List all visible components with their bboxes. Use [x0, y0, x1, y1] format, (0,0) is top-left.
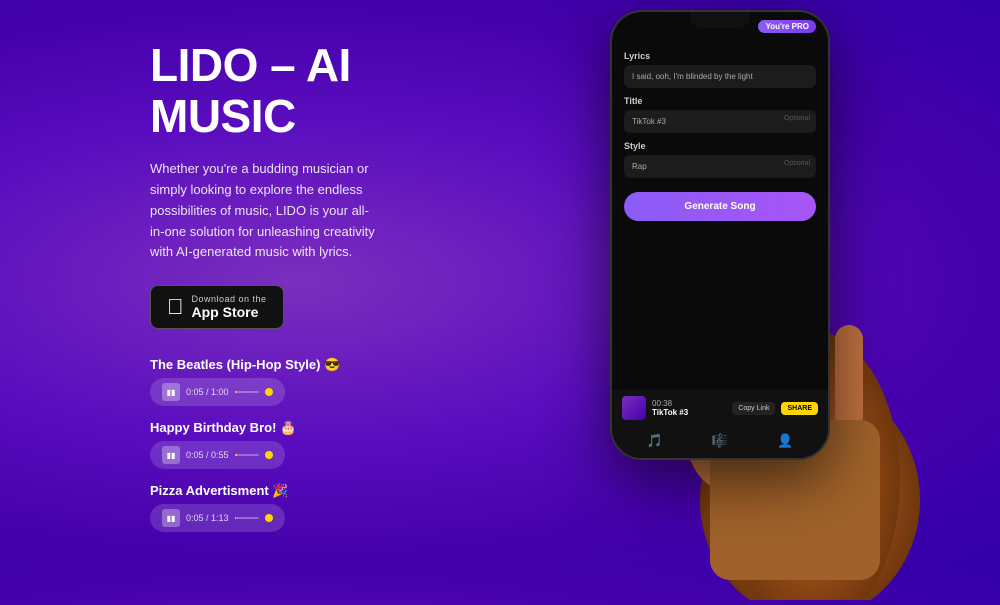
track-list: The Beatles (Hip-Hop Style) 😎 ▮▮ 0:05 / … — [150, 357, 530, 532]
play-button[interactable]: ▮▮ — [162, 446, 180, 464]
now-playing-thumbnail — [622, 396, 646, 420]
track-player: ▮▮ 0:05 / 1:13 — [150, 504, 285, 532]
phone-screen: You're PRO Lyrics I said, ooh, I'm blind… — [612, 12, 828, 458]
phone-mockup: You're PRO Lyrics I said, ooh, I'm blind… — [610, 10, 830, 460]
pro-badge: You're PRO — [758, 20, 816, 33]
track-progress-bar[interactable] — [235, 391, 259, 393]
hero-description: Whether you're a budding musician or sim… — [150, 159, 380, 263]
copy-link-button[interactable]: Copy Link — [732, 402, 775, 415]
appstore-button[interactable]:  Download on the App Store — [150, 285, 284, 329]
lyrics-input[interactable]: I said, ooh, I'm blinded by the light — [624, 65, 816, 88]
now-playing-time: 00:38 — [652, 399, 726, 408]
nav-compose-icon[interactable]: 🎼 — [711, 432, 729, 450]
track-progress-bar[interactable] — [235, 454, 259, 456]
page-title: LIDO – AI MUSIC — [150, 40, 530, 141]
title-optional: Optional — [784, 115, 810, 122]
lyrics-label: Lyrics — [624, 51, 816, 61]
title-input[interactable]: TikTok #3 Optional — [624, 110, 816, 133]
track-player: ▮▮ 0:05 / 0:55 — [150, 441, 285, 469]
style-value: Rap — [632, 162, 647, 171]
share-button[interactable]: SHARE — [781, 402, 818, 415]
track-title: Pizza Advertisment 🎉 — [150, 483, 530, 499]
now-playing-bar: 00:38 TikTok #3 Copy Link SHARE — [622, 396, 818, 420]
now-playing-title: TikTok #3 — [652, 408, 726, 417]
style-label: Style — [624, 141, 816, 151]
list-item: Happy Birthday Bro! 🎂 ▮▮ 0:05 / 0:55 — [150, 420, 530, 469]
track-title: The Beatles (Hip-Hop Style) 😎 — [150, 357, 530, 373]
phone-notch — [690, 12, 750, 28]
play-button[interactable]: ▮▮ — [162, 383, 180, 401]
phone-content: Lyrics I said, ooh, I'm blinded by the l… — [612, 37, 828, 390]
phone-mockup-container: You're PRO Lyrics I said, ooh, I'm blind… — [560, 0, 920, 570]
track-title: Happy Birthday Bro! 🎂 — [150, 420, 530, 436]
left-panel: LIDO – AI MUSIC Whether you're a budding… — [150, 40, 530, 532]
track-player: ▮▮ 0:05 / 1:00 — [150, 378, 285, 406]
style-optional: Optional — [784, 160, 810, 167]
apple-icon:  — [167, 296, 184, 318]
style-input[interactable]: Rap Optional — [624, 155, 816, 178]
track-time: 0:05 / 1:00 — [186, 387, 229, 397]
now-playing-info: 00:38 TikTok #3 — [652, 399, 726, 417]
track-time: 0:05 / 0:55 — [186, 450, 229, 460]
appstore-big-label: App Store — [192, 304, 267, 320]
title-value: TikTok #3 — [632, 117, 666, 126]
title-label: Title — [624, 96, 816, 106]
nav-music-icon[interactable]: 🎵 — [646, 432, 664, 450]
phone-navigation: 🎵 🎼 👤 — [622, 428, 818, 450]
lyrics-value: I said, ooh, I'm blinded by the light — [632, 72, 753, 81]
nav-profile-icon[interactable]: 👤 — [776, 432, 794, 450]
phone-frame: You're PRO Lyrics I said, ooh, I'm blind… — [610, 10, 830, 460]
track-time: 0:05 / 1:13 — [186, 513, 229, 523]
list-item: Pizza Advertisment 🎉 ▮▮ 0:05 / 1:13 — [150, 483, 530, 532]
track-dot — [265, 388, 273, 396]
track-dot — [265, 451, 273, 459]
generate-song-button[interactable]: Generate Song — [624, 192, 816, 221]
appstore-small-label: Download on the — [192, 294, 267, 304]
list-item: The Beatles (Hip-Hop Style) 😎 ▮▮ 0:05 / … — [150, 357, 530, 406]
play-button[interactable]: ▮▮ — [162, 509, 180, 527]
track-progress-bar[interactable] — [235, 517, 259, 519]
track-dot — [265, 514, 273, 522]
phone-bottom-bar: 00:38 TikTok #3 Copy Link SHARE 🎵 🎼 👤 — [612, 390, 828, 458]
